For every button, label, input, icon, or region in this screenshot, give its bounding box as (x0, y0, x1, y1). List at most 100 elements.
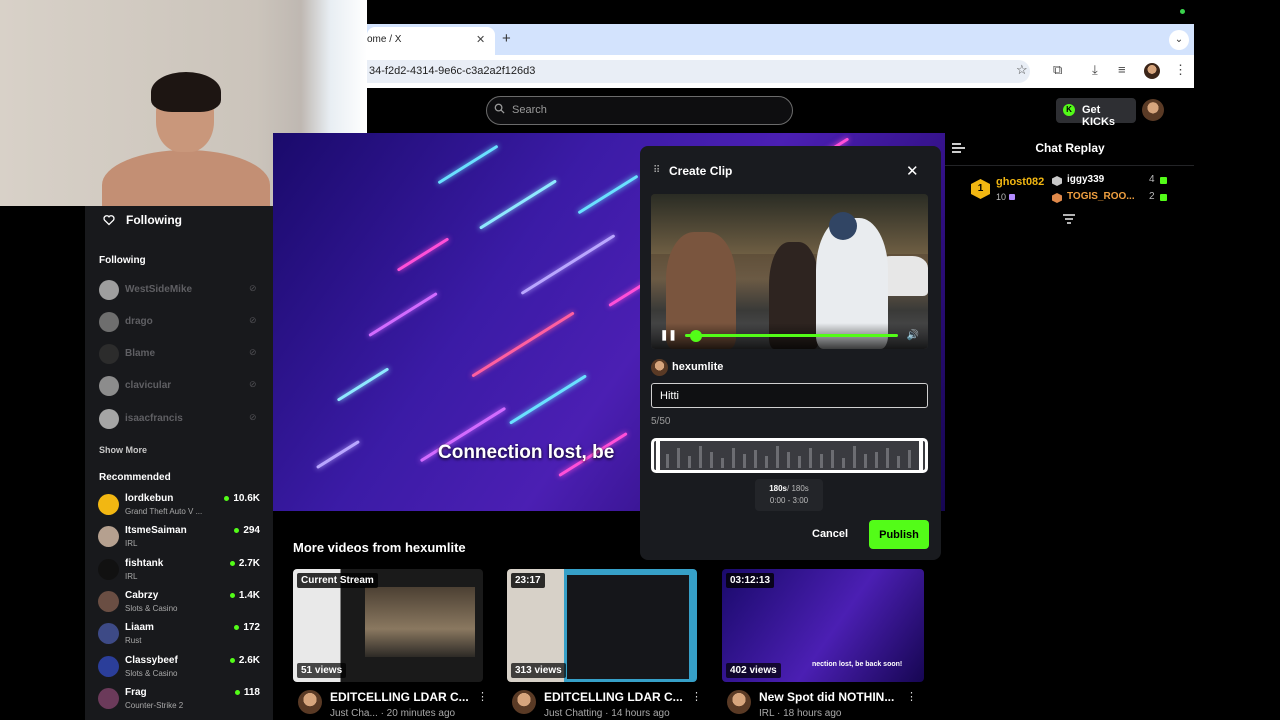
avatar (651, 359, 668, 376)
video-thumbnail[interactable]: 03:12:13 nection lost, be back soon! 402… (722, 569, 924, 682)
view-count: 51 views (297, 663, 347, 678)
clip-preview-video[interactable]: ❚❚ 🔊 (651, 194, 928, 349)
following-item[interactable]: isaacfrancis ⊘ (99, 409, 264, 429)
more-options-icon[interactable]: ⋮ (906, 690, 917, 703)
channel-category: Slots & Casino (125, 604, 178, 613)
avatar (99, 409, 119, 429)
channel-category: Grand Theft Auto V ... (125, 507, 203, 516)
tab-close-icon[interactable]: ✕ (476, 33, 485, 46)
waveform-tick (864, 454, 867, 468)
show-more-link[interactable]: Show More (99, 445, 147, 455)
recommended-item[interactable]: Cabrzy Slots & Casino 1.4K (98, 590, 263, 620)
pause-icon[interactable]: ❚❚ (660, 330, 677, 341)
bookmark-star-icon[interactable]: ☆ (1016, 62, 1028, 78)
recommended-section-title: Recommended (99, 472, 171, 483)
tab-search-chevron-icon[interactable]: ⌄ (1169, 30, 1189, 50)
offline-icon: ⊘ (249, 379, 257, 389)
recommended-item[interactable]: fishtank IRL 2.7K (98, 558, 263, 588)
video-meta: IRL · 18 hours ago (759, 708, 842, 719)
get-kicks-label: Get KICKs (1082, 104, 1116, 128)
playback-track[interactable] (685, 334, 898, 337)
channel-name: fishtank (125, 558, 164, 569)
waveform-tick (699, 446, 702, 468)
leaderboard-row[interactable]: TOGIS_ROO... 2 (1052, 191, 1172, 205)
light-streak (520, 234, 616, 295)
waveform-tick (666, 454, 669, 468)
heart-icon (103, 215, 115, 226)
more-options-icon[interactable]: ⋮ (691, 690, 702, 703)
download-icon[interactable]: ⤓ (1092, 62, 1098, 78)
following-name: clavicular (125, 380, 172, 391)
offline-icon: ⊘ (249, 347, 257, 357)
waveform-tick (820, 454, 823, 468)
range-end-handle[interactable] (919, 441, 923, 470)
collapse-chat-icon[interactable] (952, 143, 965, 153)
following-item[interactable]: Blame ⊘ (99, 344, 264, 364)
video-thumbnail[interactable]: Current Stream 51 views (293, 569, 483, 682)
browser-menu-icon[interactable]: ⋮ (1174, 62, 1187, 78)
leader-points: 4 (1149, 174, 1155, 185)
leader-points: 2 (1149, 191, 1155, 202)
recommended-item[interactable]: Liaam Rust 172 (98, 622, 263, 652)
video-card[interactable]: Current Stream 51 views EDITCELLING LDAR… (293, 569, 488, 720)
clip-title-input[interactable] (651, 383, 928, 408)
recommended-item[interactable]: Frag Counter-Strike 2 118 (98, 687, 263, 717)
url-field[interactable]: 34-f2d2-4314-9e6c-c3a2a2f126d3 (367, 60, 1030, 83)
avatar (99, 280, 119, 300)
reading-list-icon[interactable]: ≡ (1118, 62, 1126, 77)
extensions-icon[interactable]: ⧉ (1053, 62, 1062, 78)
channel-category: Counter-Strike 2 (125, 701, 184, 710)
waveform-tick (710, 452, 713, 468)
cancel-button[interactable]: Cancel (812, 528, 848, 540)
video-card[interactable]: 03:12:13 nection lost, be back soon! 402… (722, 569, 924, 720)
clip-range-selector[interactable] (651, 438, 928, 473)
volume-icon[interactable]: 🔊 (907, 330, 919, 341)
waveform-tick (842, 458, 845, 468)
leaderboard-row[interactable]: iggy339 4 (1052, 174, 1172, 188)
new-tab-button[interactable]: + (502, 30, 511, 47)
following-name: WestSideMike (125, 284, 193, 295)
viewer-count: 10.6K (224, 493, 260, 504)
video-title: New Spot did NOTHIN... (759, 690, 895, 704)
video-card[interactable]: 23:17 313 views EDITCELLING LDAR C... Ju… (507, 569, 702, 720)
viewer-count: 2.7K (230, 558, 260, 569)
drag-handle-icon[interactable]: ⠿ (653, 165, 660, 176)
video-badge: 03:12:13 (726, 573, 775, 588)
light-streak (471, 311, 575, 378)
playback-knob[interactable] (689, 330, 702, 342)
following-item[interactable]: clavicular ⊘ (99, 376, 264, 396)
sidebar-item-following[interactable]: Following (126, 213, 182, 227)
leader-name[interactable]: ghost082 (996, 176, 1044, 188)
channel-name: Frag (125, 687, 147, 698)
close-icon[interactable]: ✕ (906, 162, 919, 180)
viewer-count: 1.4K (230, 590, 260, 601)
user-avatar[interactable] (1142, 99, 1164, 121)
light-streak (336, 367, 390, 402)
following-item[interactable]: drago ⊘ (99, 312, 264, 332)
range-start-handle[interactable] (656, 441, 660, 470)
profile-avatar[interactable] (1144, 63, 1160, 79)
following-item[interactable]: WestSideMike ⊘ (99, 280, 264, 300)
tab-title: ome / X (367, 34, 402, 45)
more-options-icon[interactable]: ⋮ (477, 690, 488, 703)
divider (945, 165, 1194, 166)
channel-category: Slots & Casino (125, 669, 178, 678)
recommended-item[interactable]: Classybeef Slots & Casino 2.6K (98, 655, 263, 685)
view-count: 313 views (511, 663, 566, 678)
avatar (98, 623, 119, 644)
viewer-count: 2.6K (230, 655, 260, 666)
waveform-tick (677, 448, 680, 468)
avatar (99, 376, 119, 396)
recommended-item[interactable]: lordkebun Grand Theft Auto V ... 10.6K (98, 493, 263, 523)
avatar (298, 690, 322, 714)
clip-username: hexumlite (672, 361, 724, 373)
waveform-tick (787, 452, 790, 468)
viewer-count: 294 (234, 525, 260, 536)
channel-name: Cabrzy (125, 590, 159, 601)
expand-leaderboard-icon[interactable] (1063, 213, 1075, 225)
person-figure (102, 150, 270, 206)
video-thumbnail[interactable]: 23:17 313 views (507, 569, 697, 682)
search-input[interactable]: Search (486, 96, 793, 125)
recommended-item[interactable]: ItsmeSaiman IRL 294 (98, 525, 263, 555)
publish-button[interactable]: Publish (869, 520, 929, 549)
